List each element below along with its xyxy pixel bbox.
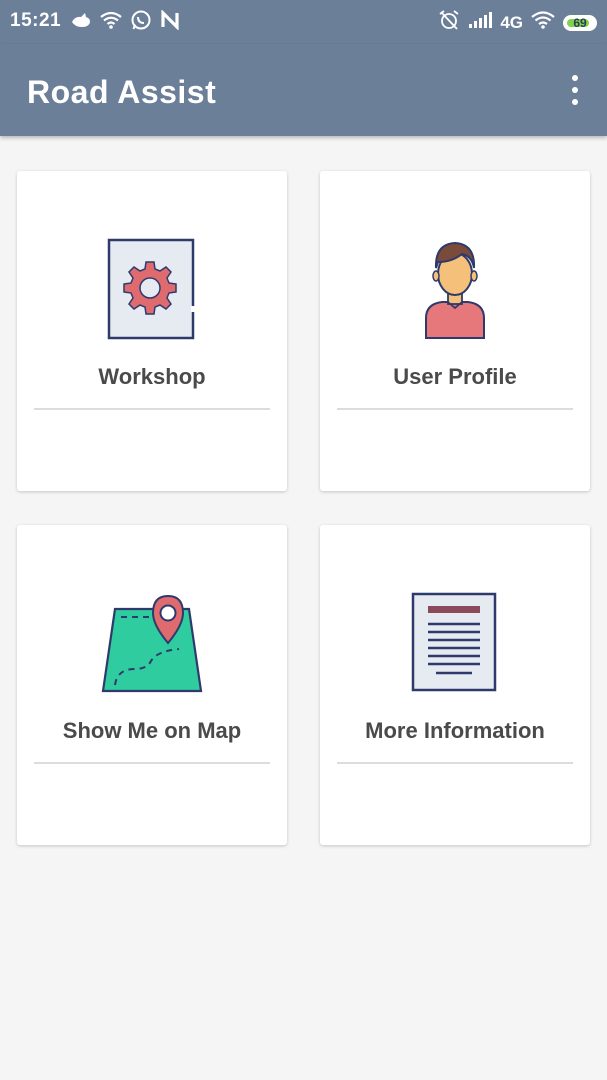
map-pin-icon — [17, 593, 287, 693]
battery-icon: 69 — [563, 14, 597, 31]
card-divider — [337, 408, 573, 410]
wifi-icon — [100, 10, 122, 35]
app-title: Road Assist — [27, 74, 217, 110]
alarm-off-icon — [438, 9, 460, 36]
card-divider — [34, 762, 270, 764]
user-profile-icon — [320, 238, 590, 340]
more-vert-icon[interactable] — [569, 75, 581, 105]
card-divider — [337, 762, 573, 764]
show-me-on-map-label: Show Me on Map — [62, 718, 242, 743]
document-icon — [320, 592, 590, 694]
user-profile-card[interactable]: User Profile — [320, 171, 590, 491]
wifi-icon — [531, 10, 555, 35]
battery-level: 69 — [573, 15, 587, 30]
network-type: 4G — [500, 12, 523, 32]
user-profile-label: User Profile — [393, 364, 517, 389]
whatsapp-icon — [130, 9, 152, 36]
status-bar: 15:21 4G 69 — [0, 0, 607, 44]
status-time: 15:21 — [10, 10, 62, 31]
workshop-card[interactable]: Workshop — [17, 171, 287, 491]
app-bar: Road Assist — [0, 44, 607, 136]
bird-icon — [70, 10, 92, 35]
workshop-gear-icon — [17, 238, 287, 340]
card-divider — [34, 408, 270, 410]
more-information-label: More Information — [365, 718, 545, 743]
workshop-label: Workshop — [98, 364, 206, 389]
signal-icon — [468, 11, 493, 34]
n-icon — [160, 9, 180, 35]
show-me-on-map-card[interactable]: Show Me on Map — [17, 525, 287, 845]
status-left-icons — [70, 9, 180, 36]
status-right-icons: 4G 69 — [438, 9, 597, 36]
more-information-card[interactable]: More Information — [320, 525, 590, 845]
